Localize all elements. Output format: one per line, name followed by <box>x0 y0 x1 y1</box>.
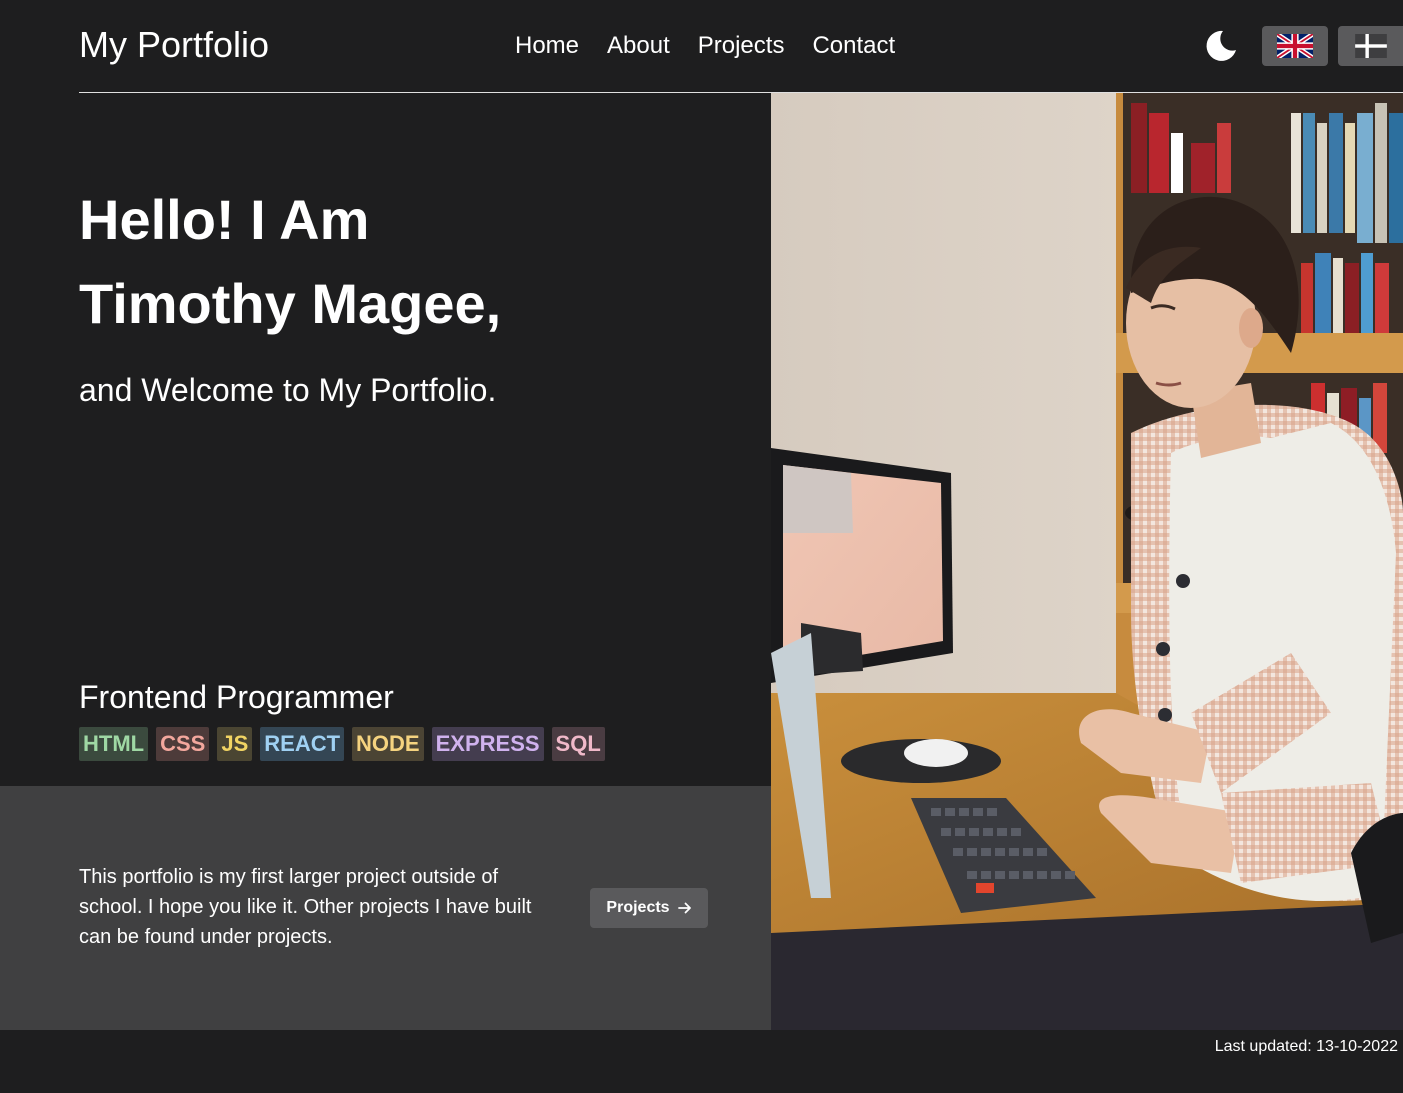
tag-css: CSS <box>156 727 210 761</box>
main-nav: Home About Projects Contact <box>515 31 895 61</box>
site-header: My Portfolio Home About Projects Contact <box>0 0 1403 93</box>
uk-flag-icon <box>1277 34 1313 58</box>
tag-html: HTML <box>79 727 149 761</box>
tag-react: REACT <box>260 727 345 761</box>
theme-toggle-button[interactable] <box>1203 28 1239 64</box>
last-updated-text: Last updated: 13-10-2022 <box>1214 1038 1398 1055</box>
tag-express: EXPRESS <box>431 727 544 761</box>
man-typing-at-desk-photo <box>771 93 1403 1030</box>
language-english-button[interactable] <box>1262 26 1328 66</box>
tag-sql: SQL <box>551 727 605 761</box>
nav-home-link[interactable]: Home <box>515 31 579 61</box>
tag-js: JS <box>217 727 253 761</box>
hero-subtitle: and Welcome to My Portfolio. <box>79 372 497 408</box>
projects-button-label: Projects <box>606 899 670 916</box>
hero-title: Hello! I Am Timothy Magee, <box>79 178 501 346</box>
nav-contact-link[interactable]: Contact <box>812 31 895 61</box>
role-title: Frontend Programmer <box>79 679 394 715</box>
tag-node: NODE <box>352 727 424 761</box>
nav-about-link[interactable]: About <box>607 31 670 61</box>
arrow-right-icon <box>677 902 691 914</box>
nav-projects-link[interactable]: Projects <box>698 31 785 61</box>
hero-title-line2: Timothy Magee, <box>79 272 502 335</box>
site-brand[interactable]: My Portfolio <box>79 24 269 66</box>
skill-tags: HTML CSS JS REACT NODE EXPRESS SQL <box>79 727 605 761</box>
intro-text: This portfolio is my first larger projec… <box>79 866 532 948</box>
danish-flag-icon <box>1354 34 1387 58</box>
language-danish-button[interactable] <box>1338 26 1403 66</box>
projects-button[interactable]: Projects <box>590 888 708 928</box>
moon-icon <box>1206 30 1236 61</box>
hero-title-line1: Hello! I Am <box>79 188 370 251</box>
